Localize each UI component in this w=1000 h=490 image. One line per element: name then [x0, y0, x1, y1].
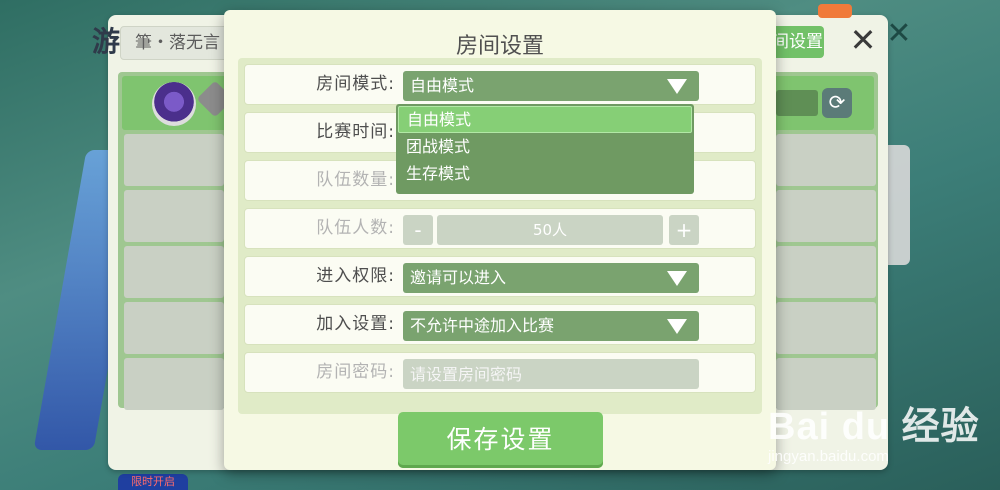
list-item[interactable]: [776, 190, 876, 242]
join-setting-value: 不允许中途加入比赛: [410, 316, 555, 335]
room-mode-dropdown: 自由模式 团战模式 生存模式: [396, 104, 694, 194]
limited-time-badge: 限时开启: [118, 474, 188, 490]
room-settings-button[interactable]: 间设置: [770, 26, 824, 58]
room-mode-label: 房间模式:: [316, 74, 395, 94]
clip-decoration: [818, 4, 852, 18]
list-item[interactable]: [124, 134, 224, 186]
list-item[interactable]: [776, 302, 876, 354]
refresh-icon[interactable]: ⟳: [822, 88, 852, 118]
room-password-label: 房间密码:: [316, 362, 395, 382]
list-item[interactable]: [124, 302, 224, 354]
list-item[interactable]: [124, 246, 224, 298]
room-mode-row: 房间模式: 自由模式: [244, 64, 756, 105]
search-field[interactable]: [776, 90, 818, 116]
dropdown-option-free-mode[interactable]: 自由模式: [398, 106, 692, 133]
join-setting-row: 加入设置: 不允许中途加入比赛: [244, 304, 756, 345]
decrement-button[interactable]: -: [403, 215, 433, 245]
team-size-value: 50人: [437, 215, 663, 245]
list-item[interactable]: [124, 358, 224, 410]
increment-button[interactable]: +: [669, 215, 699, 245]
room-name-field[interactable]: 筆・落无言: [120, 26, 230, 60]
join-setting-label: 加入设置:: [316, 314, 395, 334]
dropdown-option-survival-mode[interactable]: 生存模式: [398, 160, 692, 187]
dropdown-arrow-icon: [667, 271, 687, 286]
watermark-logo: Bai du 经验: [768, 406, 980, 448]
team-size-row: 队伍人数: - 50人 +: [244, 208, 756, 249]
room-password-input[interactable]: [403, 359, 699, 389]
dropdown-arrow-icon: [667, 319, 687, 334]
close-icon[interactable]: ✕: [848, 24, 878, 56]
entry-permission-value: 邀请可以进入: [410, 268, 507, 287]
watermark-url: jingyan.baidu.com: [768, 448, 889, 465]
entry-permission-row: 进入权限: 邀请可以进入: [244, 256, 756, 297]
list-item[interactable]: [776, 246, 876, 298]
team-count-label: 队伍数量:: [316, 170, 395, 190]
dropdown-option-team-mode[interactable]: 团战模式: [398, 133, 692, 160]
avatar[interactable]: [152, 82, 196, 126]
save-settings-button[interactable]: 保存设置: [398, 412, 603, 468]
room-settings-dialog: 房间设置 房间模式: 自由模式 比赛时间: 队伍数量: 队伍人数: - 50人 …: [224, 10, 776, 470]
join-setting-select[interactable]: 不允许中途加入比赛: [403, 311, 699, 341]
dropdown-arrow-icon: [667, 79, 687, 94]
team-size-label: 队伍人数:: [316, 218, 395, 238]
entry-permission-label: 进入权限:: [316, 266, 395, 286]
close-icon[interactable]: ✕: [884, 19, 914, 50]
match-time-label: 比赛时间:: [316, 122, 395, 142]
list-item[interactable]: [124, 190, 224, 242]
dialog-title: 房间设置: [455, 34, 544, 59]
entry-permission-select[interactable]: 邀请可以进入: [403, 263, 699, 293]
room-mode-value: 自由模式: [410, 76, 475, 95]
room-password-row: 房间密码:: [244, 352, 756, 393]
room-mode-select[interactable]: 自由模式: [403, 71, 699, 101]
list-item[interactable]: [776, 134, 876, 186]
room-panel-title: 游: [92, 25, 121, 58]
